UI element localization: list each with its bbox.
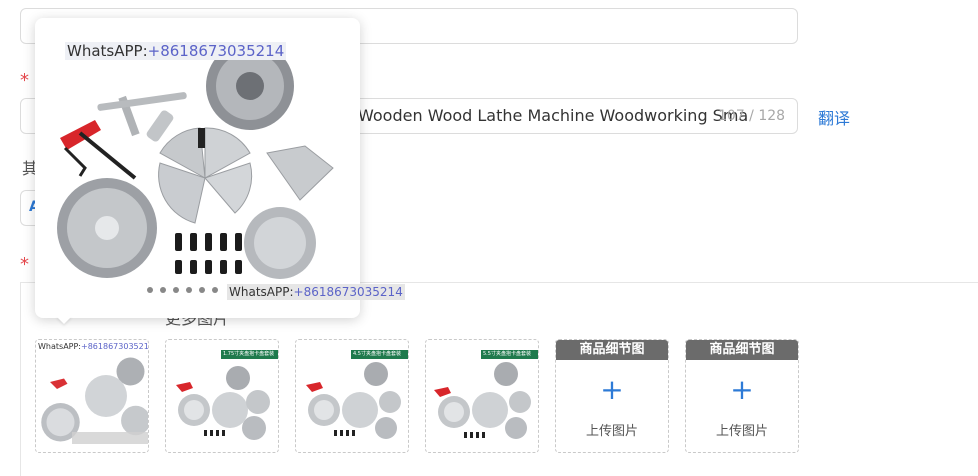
popover-arrow [56,316,72,324]
preview-watermark-top: WhatsAPP:+8618673035214 [65,42,287,60]
plus-icon: + [600,373,624,406]
upload-detail-image-button[interactable]: 商品细节图 + 上传图片 [685,339,799,453]
image-thumbnail[interactable]: 4.5寸夹盘抱卡盘套装 [295,339,409,453]
thumbnail-badge: 5.5寸夹盘抱卡盘套装 [483,351,531,357]
required-mark-images: * [20,254,29,275]
translate-link[interactable]: 翻译 [818,105,850,129]
product-image-preview [57,42,334,293]
image-thumbnail[interactable]: WhatsAPP:+8618673035214 [35,339,149,453]
thumbnail-badge: 4.5寸夹盘抱卡盘套装 [353,351,401,357]
upload-slot-header: 商品细节图 [556,340,668,360]
upload-slot-header: 商品细节图 [686,340,798,360]
upload-slot-label: 上传图片 [715,424,768,439]
preview-watermark-bottom: WhatsAPP:+8618673035214 [227,284,405,300]
image-preview-popover: WhatsAPP:+8618673035214 WhatsAPP:+861867… [35,18,405,318]
image-thumbnail[interactable]: 1.75寸夹盘抱卡盘套装 [165,339,279,453]
plus-icon: + [730,373,754,406]
required-mark-title: * [20,70,29,91]
thumbnail-badge: 1.75寸夹盘抱卡盘套装 [223,351,275,357]
title-char-count: 107 / 128 [718,108,786,124]
title-input-value: Wooden Wood Lathe Machine Woodworking Sm… [358,106,749,125]
thumbnail-watermark: WhatsAPP:+8618673035214 [38,342,149,351]
upload-slot-label: 上传图片 [585,424,638,439]
upload-detail-image-button[interactable]: 商品细节图 + 上传图片 [555,339,669,453]
image-thumbnail[interactable]: 5.5寸夹盘抱卡盘套装 [425,339,539,453]
